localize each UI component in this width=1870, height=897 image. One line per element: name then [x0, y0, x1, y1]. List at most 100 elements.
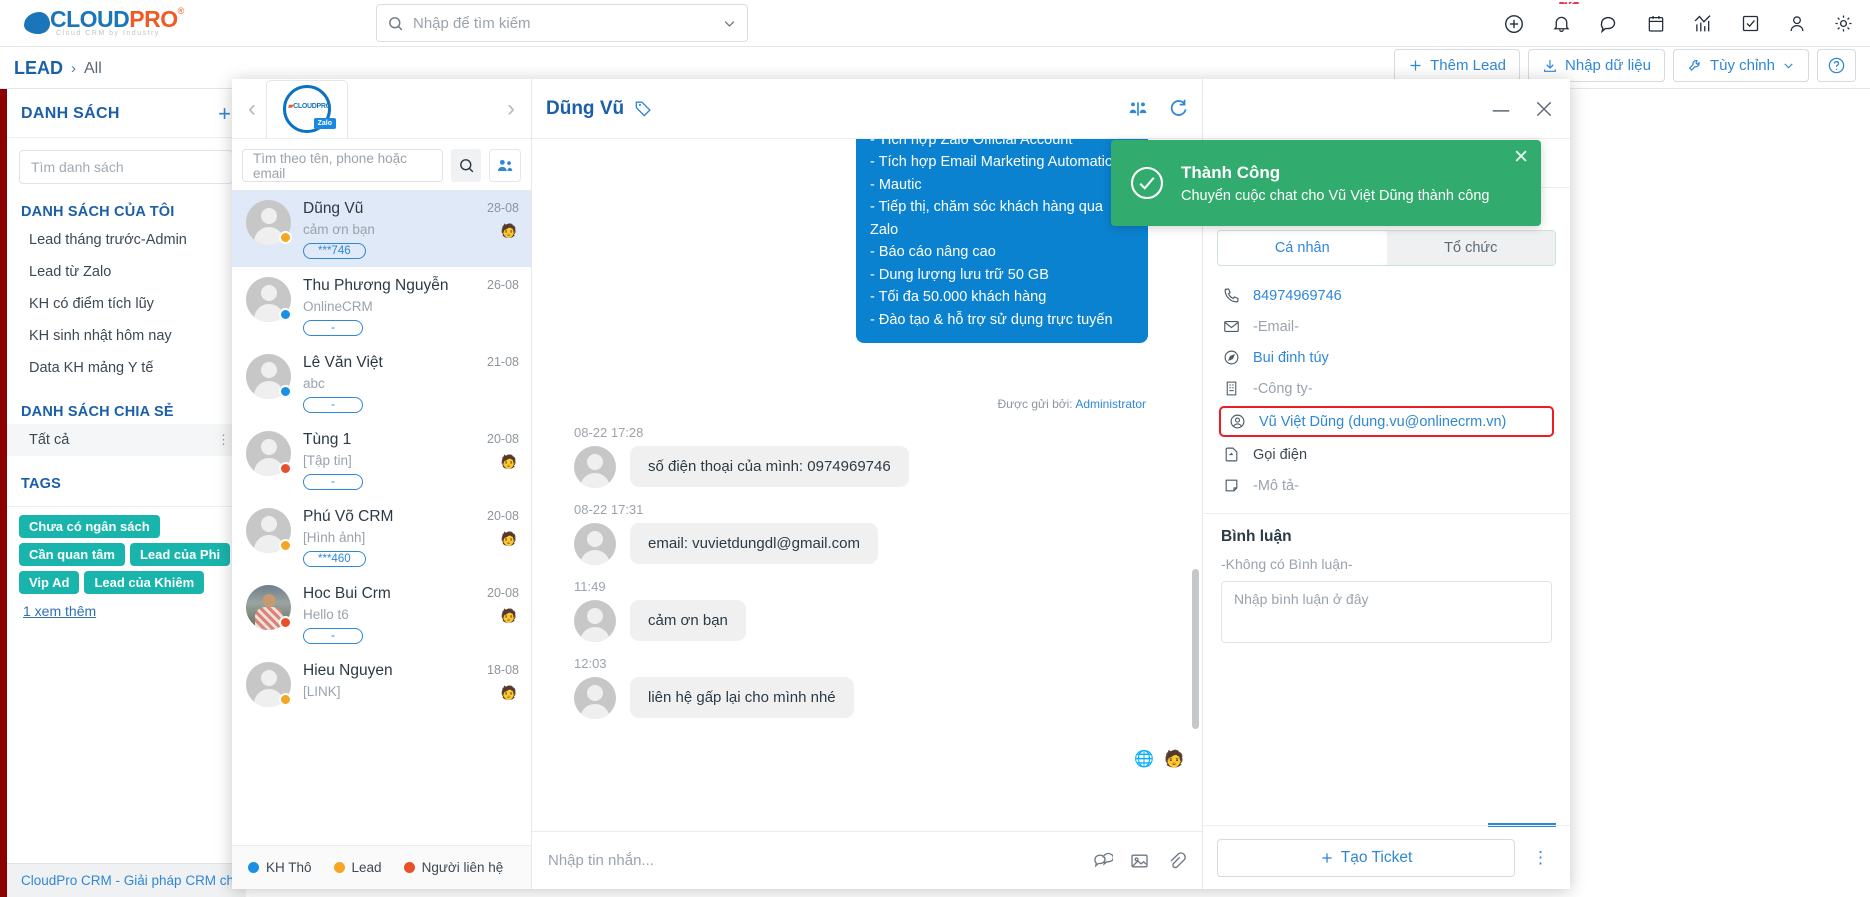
attachment-icon[interactable] — [1166, 851, 1186, 871]
field-phone[interactable]: 84974969746 — [1219, 280, 1554, 311]
breadcrumb-current[interactable]: All — [84, 60, 102, 78]
customer-fields: 84974969746 -Email- Bui đinh túy -Công t… — [1203, 266, 1570, 501]
call-out-icon — [1225, 447, 1238, 462]
conversation-item-tung-1[interactable]: Tùng 1 [Tập tin] - 20-08 🧑 — [232, 421, 531, 498]
field-assigned-user[interactable]: Vũ Việt Dũng (dung.vu@onlinecrm.vn) — [1219, 406, 1554, 437]
sidebar-search-input[interactable]: Tìm danh sách — [19, 150, 233, 184]
transfer-chat-icon[interactable] — [1127, 99, 1149, 119]
person-icon[interactable]: 🧑 — [1164, 749, 1184, 769]
global-search[interactable]: Nhập để tìm kiếm — [376, 4, 748, 42]
see-more-tags-link[interactable]: 1 xem thêm — [23, 603, 96, 619]
sidebar-item-kh-diem-tich-luy[interactable]: KH có điểm tích lũy — [7, 288, 245, 320]
conversation-preview: [Tập tin] — [303, 453, 352, 468]
conversation-search-placeholder: Tìm theo tên, phone hoặc email — [253, 150, 407, 181]
field-owner[interactable]: Bui đinh túy — [1219, 342, 1554, 373]
avatar — [246, 431, 292, 476]
conversation-item-hieu-nguyen[interactable]: Hieu Nguyen [LINK] 18-08 🧑 — [232, 652, 531, 715]
next-account-arrow-icon[interactable]: › — [497, 95, 525, 123]
list-options-icon[interactable]: ⋮ — [217, 432, 231, 448]
tab-to-chuc[interactable]: Tổ chức — [1386, 231, 1555, 265]
status-dot — [279, 385, 292, 398]
field-assigned-user-value[interactable]: Vũ Việt Dũng (dung.vu@onlinecrm.vn) — [1259, 414, 1506, 430]
field-owner-value[interactable]: Bui đinh túy — [1253, 350, 1329, 366]
breadcrumb-root[interactable]: LEAD — [14, 58, 63, 79]
tag-chip[interactable]: Cần quan tâm — [19, 543, 125, 566]
conversation-item-phu-vo-crm[interactable]: Phú Võ CRM [Hình ảnh] ***460 20-08 🧑 — [232, 498, 531, 575]
field-call-value[interactable]: Gọi điện — [1253, 447, 1307, 463]
toast-close-icon[interactable]: ✕ — [1513, 146, 1529, 169]
conversation-date: 20-08 — [487, 509, 519, 523]
bell-icon[interactable]: 52 — [1551, 0, 1580, 34]
sidebar-item-tat-ca[interactable]: Tất cả ⋮ — [7, 424, 245, 456]
conversation-item-thu-phuong-nguyen[interactable]: Thu Phương Nguyễn OnlineCRM - 26-08 — [232, 267, 531, 344]
field-company-value: -Công ty- — [1253, 380, 1313, 397]
image-icon[interactable] — [1129, 851, 1150, 871]
app-logo[interactable]: CLOUDPRO® Cloud CRM by Industry — [24, 6, 206, 42]
close-icon[interactable] — [1534, 99, 1554, 119]
message-timestamp: 08-22 17:31 — [574, 502, 644, 517]
check-circle-icon — [1130, 166, 1164, 200]
sidebar-item-data-kh-y-te[interactable]: Data KH mảng Y tế — [7, 352, 245, 384]
minimize-icon[interactable] — [1490, 102, 1512, 116]
conversation-preview: Hello t6 — [303, 607, 349, 622]
comment-input[interactable]: Nhập bình luận ở đây — [1221, 581, 1552, 643]
conversation-item-dung-vu[interactable]: Dũng Vũ cảm ơn bạn ***746 28-08 🧑 — [232, 190, 531, 267]
conversation-phone-chip: ***460 — [303, 551, 366, 567]
refresh-icon[interactable] — [1167, 98, 1188, 119]
field-email[interactable]: -Email- — [1219, 311, 1554, 342]
sidebar-item-lead-tu-zalo[interactable]: Lead từ Zalo — [7, 256, 245, 288]
more-options-icon[interactable]: ⋮ — [1525, 848, 1557, 868]
add-lead-button[interactable]: Thêm Lead — [1394, 49, 1521, 82]
message-scrollbar[interactable] — [1192, 569, 1199, 729]
composer-placeholder: Nhập tin nhắn... — [548, 852, 654, 869]
message-composer[interactable]: Nhập tin nhắn... — [532, 831, 1202, 889]
customize-button[interactable]: Tùy chỉnh — [1672, 49, 1809, 82]
help-button[interactable] — [1817, 49, 1856, 82]
incoming-message-row: số điện thoại của mình: 0974969746 — [574, 446, 1184, 488]
tag-icon[interactable] — [634, 99, 653, 118]
assigned-agent-icon: 🧑 — [500, 531, 517, 546]
add-list-button[interactable]: + — [218, 103, 231, 125]
tag-chip[interactable]: Vip Ad — [19, 571, 80, 594]
chat-bubble-icon[interactable] — [1598, 13, 1620, 35]
field-description[interactable]: -Mô tả- — [1219, 470, 1554, 501]
tag-chip[interactable]: Chưa có ngân sách — [19, 515, 160, 538]
user-circle-icon — [1230, 414, 1245, 429]
tag-chip[interactable]: Lead của Khiêm — [84, 571, 205, 594]
checkbox-task-icon[interactable] — [1740, 13, 1761, 34]
sidebar-item-kh-sinh-nhat[interactable]: KH sinh nhật hôm nay — [7, 320, 245, 352]
conversation-date: 20-08 — [487, 586, 519, 600]
prev-account-arrow-icon[interactable]: ‹ — [238, 95, 266, 123]
status-dot — [279, 308, 292, 321]
conversation-search-button[interactable] — [451, 149, 481, 182]
building-icon — [1226, 381, 1237, 396]
zalo-oa-tab[interactable]: ▰CLOUDPRO Zalo — [266, 79, 348, 138]
tag-chip[interactable]: Lead của Phi — [129, 543, 231, 566]
calendar-icon[interactable] — [1646, 13, 1666, 34]
globe-icon[interactable]: 🌐 — [1134, 749, 1154, 769]
assign-agent-button[interactable] — [489, 149, 521, 182]
legend-item-nguoi-lien-he: Người liên hệ — [403, 860, 503, 875]
field-company[interactable]: -Công ty- — [1219, 373, 1554, 404]
user-icon[interactable] — [1787, 13, 1807, 34]
create-ticket-button[interactable]: Tạo Ticket — [1217, 838, 1515, 877]
legend-item-lead: Lead — [333, 860, 382, 875]
conversation-header-actions — [1127, 98, 1188, 119]
field-phone-value[interactable]: 84974969746 — [1253, 288, 1342, 304]
conversation-item-hoc-bui-crm[interactable]: Hoc Bui Crm Hello t6 - 20-08 🧑 — [232, 575, 531, 652]
analytics-icon[interactable] — [1692, 13, 1714, 34]
conversation-header: Dũng Vũ — [532, 79, 1202, 139]
sidebar-item-lead-thang-truoc[interactable]: Lead tháng trước-Admin — [7, 224, 245, 256]
assigned-agent-icon: 🧑 — [500, 454, 517, 469]
conversation-item-le-van-viet[interactable]: Lê Văn Việt abc - 21-08 — [232, 344, 531, 421]
field-call[interactable]: Gọi điện — [1219, 439, 1554, 470]
tab-ca-nhan[interactable]: Cá nhân — [1218, 231, 1387, 265]
gear-icon[interactable] — [1833, 13, 1854, 34]
quick-reply-icon[interactable] — [1092, 851, 1113, 871]
conversation-date: 28-08 — [487, 201, 519, 215]
incoming-message-bubble: cảm ơn bạn — [630, 600, 746, 641]
plus-circle-icon[interactable] — [1503, 13, 1525, 35]
conversation-search-input[interactable]: Tìm theo tên, phone hoặc email — [242, 149, 443, 182]
chevron-down-icon[interactable] — [722, 16, 737, 31]
import-data-button[interactable]: Nhập dữ liệu — [1528, 49, 1665, 82]
